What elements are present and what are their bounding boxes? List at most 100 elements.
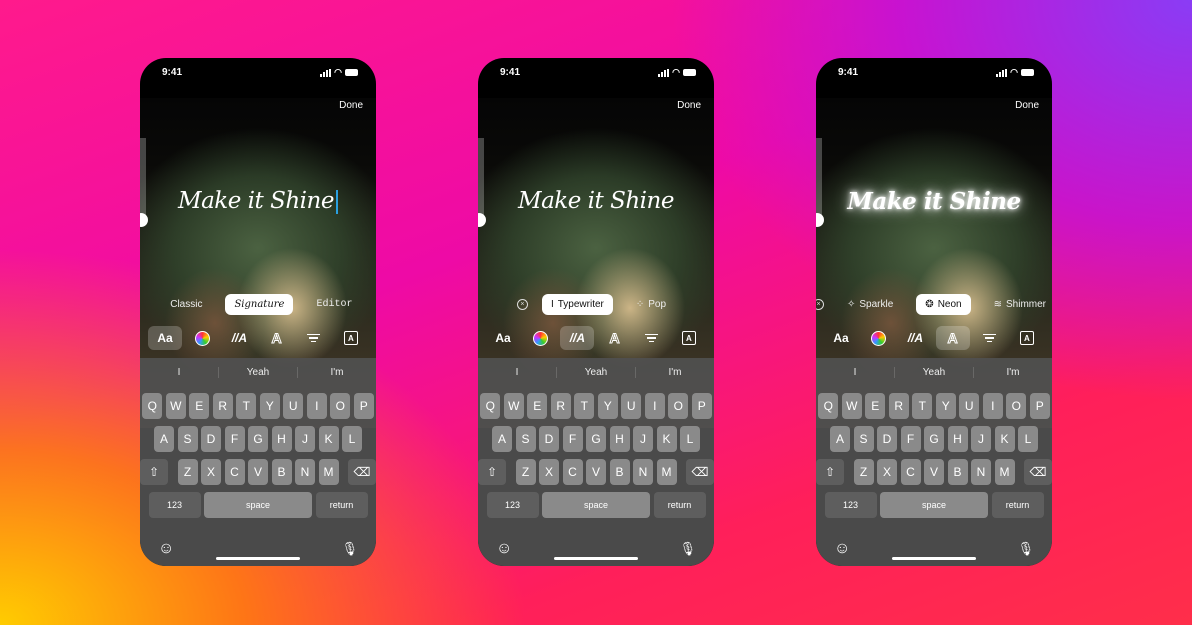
key-e[interactable]: E: [865, 393, 886, 419]
key-o[interactable]: O: [330, 393, 351, 419]
key-m[interactable]: M: [994, 459, 1015, 485]
suggestion[interactable]: I: [816, 366, 895, 378]
key-k[interactable]: K: [994, 426, 1015, 452]
key-l[interactable]: L: [342, 426, 362, 452]
key-y[interactable]: Y: [935, 393, 956, 419]
numbers-key[interactable]: 123: [824, 492, 877, 518]
key-d[interactable]: D: [877, 426, 897, 452]
key-h[interactable]: H: [609, 426, 630, 452]
key-v[interactable]: V: [248, 459, 268, 485]
key-f[interactable]: F: [900, 426, 921, 452]
color-wheel-button[interactable]: [861, 326, 895, 350]
space-key[interactable]: space: [542, 492, 650, 518]
key-u[interactable]: U: [283, 393, 304, 419]
key-c[interactable]: C: [224, 459, 245, 485]
key-r[interactable]: R: [212, 393, 233, 419]
key-x[interactable]: X: [877, 459, 897, 485]
key-b[interactable]: B: [947, 459, 968, 485]
key-s[interactable]: S: [177, 426, 198, 452]
key-j[interactable]: J: [633, 426, 653, 452]
text-overlay[interactable]: Make it Shine: [478, 188, 714, 214]
key-v[interactable]: V: [586, 459, 606, 485]
suggestion[interactable]: Yeah: [557, 366, 636, 378]
key-v[interactable]: V: [924, 459, 944, 485]
key-p[interactable]: P: [353, 393, 374, 419]
key-b[interactable]: B: [271, 459, 292, 485]
emoji-icon[interactable]: ☺: [158, 540, 174, 558]
key-f[interactable]: F: [224, 426, 245, 452]
done-button[interactable]: Done: [677, 100, 701, 111]
key-w[interactable]: W: [503, 393, 524, 419]
key-t[interactable]: T: [236, 393, 257, 419]
style-option-editor[interactable]: Editor: [307, 294, 361, 315]
key-o[interactable]: O: [668, 393, 689, 419]
return-key[interactable]: return: [653, 492, 706, 518]
animation-button[interactable]: //A: [222, 326, 256, 350]
numbers-key[interactable]: 123: [148, 492, 201, 518]
align-button[interactable]: [973, 326, 1007, 350]
key-h[interactable]: H: [947, 426, 968, 452]
animation-button[interactable]: //A: [560, 326, 595, 350]
key-j[interactable]: J: [971, 426, 991, 452]
key-e[interactable]: E: [189, 393, 210, 419]
suggestion[interactable]: I: [478, 366, 557, 378]
key-f[interactable]: F: [562, 426, 583, 452]
style-option-poster[interactable]: Poster: [375, 294, 376, 315]
key-j[interactable]: J: [295, 426, 315, 452]
shift-key[interactable]: ⇧: [816, 459, 844, 485]
suggestion[interactable]: I'm: [298, 367, 376, 378]
style-option-sparkle[interactable]: ✧ Sparkle: [838, 294, 902, 315]
close-icon[interactable]: ×: [516, 299, 528, 310]
key-b[interactable]: B: [609, 459, 630, 485]
effect-button[interactable]: A: [598, 326, 632, 350]
style-option-shimmer[interactable]: ≋ Shimmer: [985, 294, 1052, 315]
key-g[interactable]: G: [248, 426, 268, 452]
key-z[interactable]: Z: [853, 459, 874, 485]
key-y[interactable]: Y: [597, 393, 618, 419]
key-a[interactable]: A: [154, 426, 174, 452]
style-option-classic[interactable]: Classic: [161, 294, 211, 315]
key-x[interactable]: X: [201, 459, 221, 485]
key-u[interactable]: U: [621, 393, 642, 419]
key-t[interactable]: T: [574, 393, 595, 419]
text-overlay[interactable]: Make it Shine: [816, 188, 1052, 215]
backspace-key[interactable]: ⌫: [1024, 459, 1052, 485]
shift-key[interactable]: ⇧: [140, 459, 168, 485]
key-i[interactable]: I: [982, 393, 1003, 419]
suggestion[interactable]: I'm: [636, 367, 714, 378]
suggestion[interactable]: Yeah: [219, 366, 298, 378]
microphone-icon[interactable]: 🎙: [679, 541, 696, 557]
space-key[interactable]: space: [204, 492, 312, 518]
key-m[interactable]: M: [318, 459, 339, 485]
style-option-typewriter[interactable]: I Typewriter: [541, 294, 613, 315]
color-wheel-button[interactable]: [523, 326, 557, 350]
emoji-icon[interactable]: ☺: [834, 540, 850, 558]
font-button[interactable]: Aa: [824, 326, 858, 350]
key-x[interactable]: X: [539, 459, 559, 485]
key-r[interactable]: R: [550, 393, 571, 419]
align-button[interactable]: [635, 326, 669, 350]
style-option-neon[interactable]: ❂ Neon: [916, 294, 971, 315]
key-w[interactable]: W: [841, 393, 862, 419]
return-key[interactable]: return: [315, 492, 368, 518]
done-button[interactable]: Done: [1015, 100, 1039, 111]
key-e[interactable]: E: [527, 393, 548, 419]
color-wheel-button[interactable]: [185, 326, 219, 350]
key-z[interactable]: Z: [177, 459, 198, 485]
shift-key[interactable]: ⇧: [478, 459, 506, 485]
key-g[interactable]: G: [586, 426, 606, 452]
key-y[interactable]: Y: [259, 393, 280, 419]
text-overlay[interactable]: Make it Shine: [140, 188, 376, 214]
key-p[interactable]: P: [691, 393, 712, 419]
suggestion[interactable]: I: [140, 366, 219, 378]
style-option-modern[interactable]: Modern: [140, 294, 147, 315]
key-g[interactable]: G: [924, 426, 944, 452]
key-q[interactable]: Q: [818, 393, 839, 419]
style-option-signature[interactable]: Signature: [225, 294, 294, 315]
key-n[interactable]: N: [633, 459, 653, 485]
numbers-key[interactable]: 123: [486, 492, 539, 518]
key-c[interactable]: C: [900, 459, 921, 485]
return-key[interactable]: return: [991, 492, 1044, 518]
style-option-pop[interactable]: ⁘ Pop: [627, 294, 675, 315]
key-q[interactable]: Q: [480, 393, 501, 419]
